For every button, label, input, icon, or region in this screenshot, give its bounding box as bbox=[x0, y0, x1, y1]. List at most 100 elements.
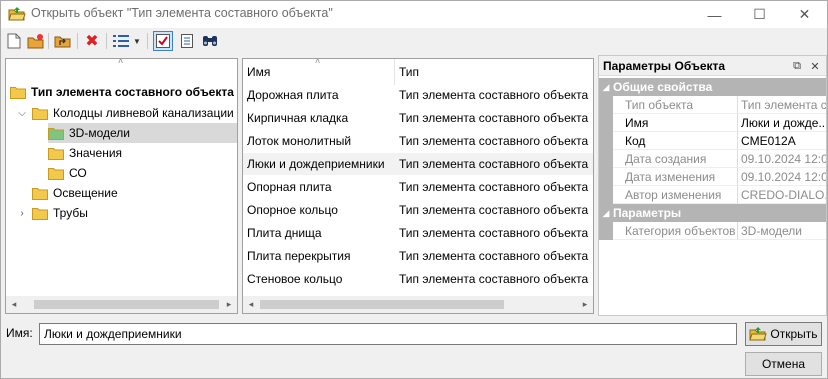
property-name: Категория объектов bbox=[613, 222, 738, 240]
tree-horizontal-scrollbar[interactable]: ◂ ▸ bbox=[6, 296, 237, 313]
scrollbar-thumb[interactable] bbox=[260, 300, 504, 309]
float-panel-icon[interactable]: ⧉ bbox=[789, 58, 805, 74]
folder-icon bbox=[48, 167, 64, 180]
tree-item-label: Трубы bbox=[53, 206, 88, 220]
tree-item-label: Колодцы ливневой канализации bbox=[53, 106, 234, 120]
view-mode-icon bbox=[113, 35, 129, 47]
property-gutter bbox=[599, 96, 613, 114]
list-item-name[interactable]: Плита перекрытия bbox=[247, 245, 393, 267]
property-name: Автор изменения bbox=[613, 186, 738, 204]
toolbar-separator bbox=[147, 33, 148, 49]
scrollbar-thumb[interactable] bbox=[34, 300, 219, 309]
column-header-name[interactable]: Имя bbox=[243, 59, 394, 85]
view-mode-button[interactable] bbox=[111, 31, 131, 51]
property-value: 09.10.2024 12:08 bbox=[738, 168, 826, 186]
title-bar: Открыть объект "Тип элемента составного … bbox=[1, 1, 827, 28]
list-item-name[interactable]: Люки и дождеприемники bbox=[247, 153, 393, 175]
tree-item[interactable]: Освещение bbox=[16, 183, 118, 203]
property-category[interactable]: ◢ Общие свойства bbox=[599, 78, 826, 96]
list-item-type[interactable]: Тип элемента составного объекта bbox=[399, 245, 593, 267]
list-item-type[interactable]: Тип элемента составного объекта bbox=[399, 222, 593, 244]
property-category[interactable]: ◢ Параметры bbox=[599, 204, 826, 222]
open-button[interactable]: Открыть bbox=[745, 322, 822, 346]
property-gutter bbox=[599, 150, 613, 168]
scroll-right-arrow-icon[interactable]: ▸ bbox=[577, 296, 593, 313]
checkbox-view-icon bbox=[156, 34, 170, 48]
folder-icon bbox=[32, 107, 48, 120]
property-row: Автор изменения CREDO-DIALO... bbox=[599, 186, 826, 204]
tree-item[interactable]: ⌵ Колодцы ливневой канализации bbox=[16, 103, 234, 123]
delete-button[interactable]: ✖ bbox=[82, 31, 102, 51]
list-item-name[interactable]: Опорная плита bbox=[247, 176, 393, 198]
tree-item-label: Тип элемента составного объекта bbox=[31, 85, 234, 99]
maximize-button[interactable]: ☐ bbox=[737, 1, 782, 28]
property-gutter bbox=[599, 222, 613, 240]
tree-item-label: Освещение bbox=[53, 186, 118, 200]
collapse-caret-icon[interactable]: ◢ bbox=[599, 82, 613, 93]
property-name: Тип объекта bbox=[613, 96, 738, 114]
new-folder-icon bbox=[27, 34, 44, 49]
collapse-caret-icon[interactable]: ◢ bbox=[599, 208, 613, 219]
new-folder-button[interactable] bbox=[26, 31, 46, 51]
properties-icon bbox=[181, 34, 193, 48]
object-list-panel[interactable]: ˄ Имя Тип Дорожная плита Тип элемента сос… bbox=[242, 58, 594, 314]
name-label: Имя: bbox=[6, 326, 33, 340]
tree-item[interactable]: 3D-модели bbox=[48, 123, 237, 143]
toolbar: ✖ ▼ bbox=[1, 28, 827, 54]
window-title: Открыть объект "Тип элемента составного … bbox=[31, 6, 333, 20]
list-item-type[interactable]: Тип элемента составного объекта bbox=[399, 107, 593, 129]
close-button[interactable]: ✕ bbox=[782, 1, 827, 28]
scroll-right-arrow-icon[interactable]: ▸ bbox=[221, 296, 237, 313]
list-item-name[interactable]: Стеновое кольцо bbox=[247, 268, 393, 290]
checkbox-view-toggle[interactable] bbox=[153, 31, 173, 51]
new-document-button[interactable] bbox=[4, 31, 24, 51]
list-item-type[interactable]: Тип элемента составного объекта bbox=[399, 130, 593, 152]
property-row: Дата изменения 09.10.2024 12:08 bbox=[599, 168, 826, 186]
property-row[interactable]: Код CME012A bbox=[599, 132, 826, 150]
property-row: Дата создания 09.10.2024 12:08 bbox=[599, 150, 826, 168]
name-input[interactable]: Люки и дождеприемники bbox=[39, 323, 737, 345]
property-value: 3D-модели bbox=[738, 222, 826, 240]
list-item-type[interactable]: Тип элемента составного объекта bbox=[399, 268, 593, 290]
column-header-type[interactable]: Тип bbox=[395, 59, 593, 85]
scroll-left-arrow-icon[interactable]: ◂ bbox=[6, 296, 22, 313]
expand-chevron-icon[interactable]: › bbox=[16, 207, 28, 219]
close-panel-icon[interactable]: ✕ bbox=[807, 58, 823, 74]
folder-icon bbox=[32, 187, 48, 200]
folder-icon bbox=[10, 86, 26, 99]
list-item-name[interactable]: Дорожная плита bbox=[247, 84, 393, 106]
tree-item[interactable]: СО bbox=[48, 163, 87, 183]
property-name: Дата изменения bbox=[613, 168, 738, 186]
property-value[interactable]: CME012A bbox=[738, 132, 826, 150]
scroll-left-arrow-icon[interactable]: ◂ bbox=[243, 296, 259, 313]
list-item-name[interactable]: Опорное кольцо bbox=[247, 199, 393, 221]
list-item-name[interactable]: Лоток монолитный bbox=[247, 130, 393, 152]
list-item-name[interactable]: Плита днища bbox=[247, 222, 393, 244]
open-object-dialog: Открыть объект "Тип элемента составного … bbox=[0, 0, 828, 379]
property-value[interactable]: Люки и дожде... bbox=[738, 114, 826, 132]
open-button-label: Открыть bbox=[770, 327, 818, 341]
list-item-type[interactable]: Тип элемента составного объекта bbox=[399, 176, 593, 198]
view-mode-dropdown[interactable]: ▼ bbox=[131, 31, 143, 51]
tree-item[interactable]: Значения bbox=[48, 143, 122, 163]
collapse-chevron-icon[interactable]: ⌵ bbox=[16, 107, 28, 119]
tree-item[interactable]: › Трубы bbox=[16, 203, 88, 223]
property-category-label: Параметры bbox=[613, 206, 682, 220]
list-horizontal-scrollbar[interactable]: ◂ ▸ bbox=[243, 296, 593, 313]
list-item-type[interactable]: Тип элемента составного объекта bbox=[399, 153, 593, 175]
property-name: Код bbox=[613, 132, 738, 150]
minimize-button[interactable]: — bbox=[692, 1, 737, 28]
property-value: CREDO-DIALO... bbox=[738, 186, 826, 204]
list-item-type[interactable]: Тип элемента составного объекта bbox=[399, 84, 593, 106]
property-gutter bbox=[599, 132, 613, 150]
folder-tree-panel[interactable]: ˄ Тип элемента составного объекта ⌵ Колодц… bbox=[5, 58, 238, 314]
toolbar-separator bbox=[106, 33, 107, 49]
folder-up-button[interactable] bbox=[53, 31, 73, 51]
properties-toggle[interactable] bbox=[177, 31, 197, 51]
list-item-type[interactable]: Тип элемента составного объекта bbox=[399, 199, 593, 221]
list-item-name[interactable]: Кирпичная кладка bbox=[247, 107, 393, 129]
tree-item[interactable]: Тип элемента составного объекта bbox=[10, 82, 234, 102]
property-row[interactable]: Имя Люки и дожде... bbox=[599, 114, 826, 132]
find-button[interactable] bbox=[200, 31, 220, 51]
cancel-button[interactable]: Отмена bbox=[745, 352, 822, 376]
